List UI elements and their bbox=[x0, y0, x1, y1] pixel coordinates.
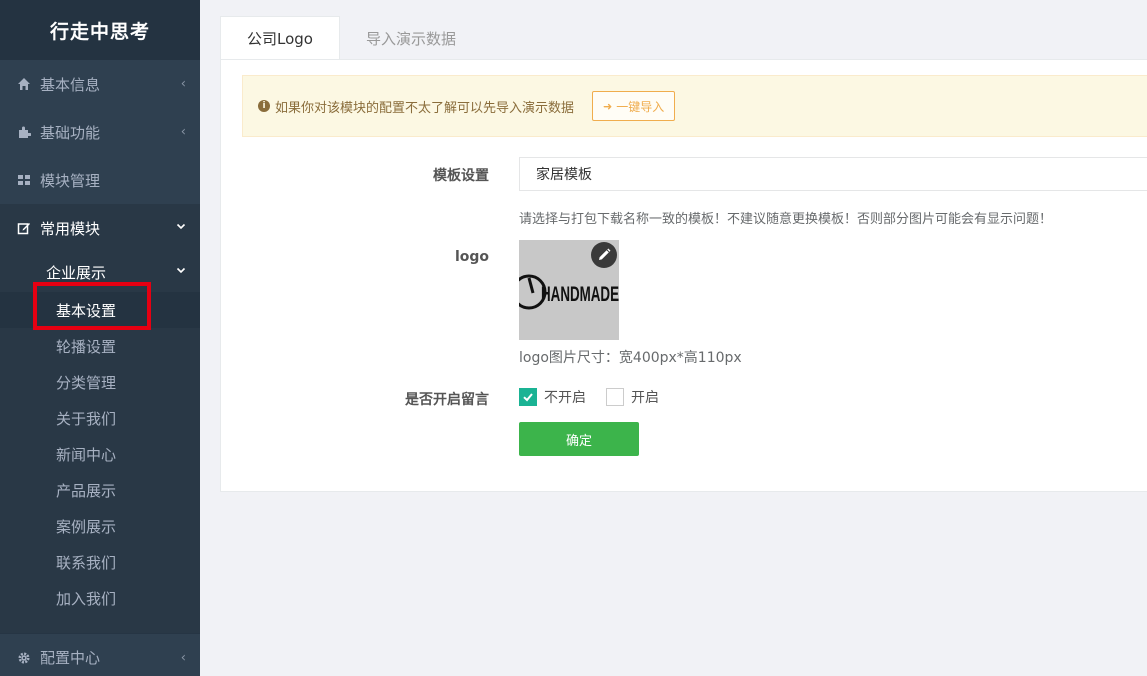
nav-item-label: 模块管理 bbox=[40, 171, 101, 190]
checkbox-disable-comments[interactable] bbox=[519, 388, 537, 406]
alert-text: 如果你对该模块的配置不太了解可以先导入演示数据 bbox=[275, 100, 575, 116]
nav-item-basic-info[interactable]: 基本信息 ‹ bbox=[0, 60, 200, 108]
tab-company-logo[interactable]: 公司Logo bbox=[220, 16, 340, 60]
puzzle-icon bbox=[16, 124, 32, 140]
nav-item-module-management[interactable]: 模块管理 bbox=[0, 156, 200, 204]
sidebar: 行走中思考 基本信息 ‹ 基础功能 ‹ 模块管理 常用模块 企业展示 基本设置 … bbox=[0, 0, 200, 676]
check-icon bbox=[523, 393, 533, 402]
submenu-item-carousel-settings[interactable]: 轮播设置 bbox=[0, 328, 200, 364]
confirm-button[interactable]: 确定 bbox=[519, 422, 639, 456]
brand-title: 行走中思考 bbox=[0, 0, 200, 60]
comment-options: 不开启 开启 bbox=[519, 387, 679, 407]
comment-label: 是否开启留言 bbox=[405, 392, 489, 408]
tab-import-demo-data[interactable]: 导入演示数据 bbox=[340, 16, 482, 60]
submenu-item-cases[interactable]: 案例展示 bbox=[0, 508, 200, 544]
grid-icon bbox=[16, 172, 32, 188]
info-icon: i bbox=[258, 100, 270, 112]
tab-bar: 公司Logo 导入演示数据 bbox=[220, 16, 1147, 60]
one-click-import-button[interactable]: ➜ 一键导入 bbox=[592, 91, 676, 121]
submenu-item-basic-settings[interactable]: 基本设置 bbox=[0, 292, 200, 328]
logo-label: logo bbox=[454, 249, 489, 265]
tab-panel: i 如果你对该模块的配置不太了解可以先导入演示数据 ➜ 一键导入 模板设置 家居… bbox=[220, 59, 1147, 492]
chevron-left-icon: ‹ bbox=[180, 650, 186, 665]
nav-item-label: 配置中心 bbox=[40, 649, 101, 667]
chevron-left-icon: ‹ bbox=[180, 124, 186, 140]
submenu-head-label: 企业展示 bbox=[46, 263, 107, 282]
submenu-item-join-us[interactable]: 加入我们 bbox=[0, 580, 200, 616]
submenu-item-news-center[interactable]: 新闻中心 bbox=[0, 436, 200, 472]
submenu-item-about-us[interactable]: 关于我们 bbox=[0, 400, 200, 436]
main-content: 公司Logo 导入演示数据 i 如果你对该模块的配置不太了解可以先导入演示数据 … bbox=[220, 16, 1147, 492]
import-button-label: 一键导入 bbox=[616, 99, 665, 114]
template-help-text: 请选择与打包下载名称一致的模板！不建议随意更换模板！否则部分图片可能会有显示问题… bbox=[519, 212, 1053, 227]
template-select-value: 家居模板 bbox=[536, 167, 592, 183]
chevron-left-icon: ‹ bbox=[180, 76, 186, 92]
nav-item-label: 常用模块 bbox=[40, 219, 101, 238]
submenu-enterprise-display: 企业展示 基本设置 轮播设置 分类管理 关于我们 新闻中心 产品展示 案例展示 … bbox=[0, 252, 200, 636]
option-label-enable: 开启 bbox=[631, 390, 659, 406]
edit-icon bbox=[16, 220, 32, 236]
chevron-down-icon bbox=[176, 221, 186, 236]
logo-image[interactable]: HANDMADE bbox=[519, 240, 619, 340]
logo-size-hint: logo图片尺寸：宽400px*高110px bbox=[519, 350, 742, 366]
submenu-item-contact-us[interactable]: 联系我们 bbox=[0, 544, 200, 580]
chevron-down-icon bbox=[176, 265, 186, 280]
nav-item-common-modules[interactable]: 常用模块 bbox=[0, 204, 200, 252]
template-select[interactable]: 家居模板 bbox=[519, 157, 1147, 191]
alert-banner: i 如果你对该模块的配置不太了解可以先导入演示数据 ➜ 一键导入 bbox=[242, 75, 1147, 137]
edit-logo-button[interactable] bbox=[591, 242, 617, 268]
submenu-item-category-management[interactable]: 分类管理 bbox=[0, 364, 200, 400]
submenu-item-products[interactable]: 产品展示 bbox=[0, 472, 200, 508]
nav-item-label: 基本信息 bbox=[40, 75, 101, 94]
checkbox-enable-comments[interactable] bbox=[606, 388, 624, 406]
submenu-head-enterprise-display[interactable]: 企业展示 bbox=[0, 252, 200, 292]
home-icon bbox=[16, 76, 32, 92]
pencil-icon bbox=[599, 248, 611, 260]
template-label: 模板设置 bbox=[433, 168, 489, 184]
sign-in-icon: ➜ bbox=[603, 99, 613, 113]
nav-item-basic-functions[interactable]: 基础功能 ‹ bbox=[0, 108, 200, 156]
gear-icon bbox=[16, 650, 32, 666]
nav-item-label: 基础功能 bbox=[40, 123, 101, 142]
logo-text: HANDMADE bbox=[541, 283, 619, 306]
option-label-disable: 不开启 bbox=[544, 390, 586, 406]
nav-item-config-center[interactable]: 配置中心 ‹ bbox=[0, 633, 200, 676]
